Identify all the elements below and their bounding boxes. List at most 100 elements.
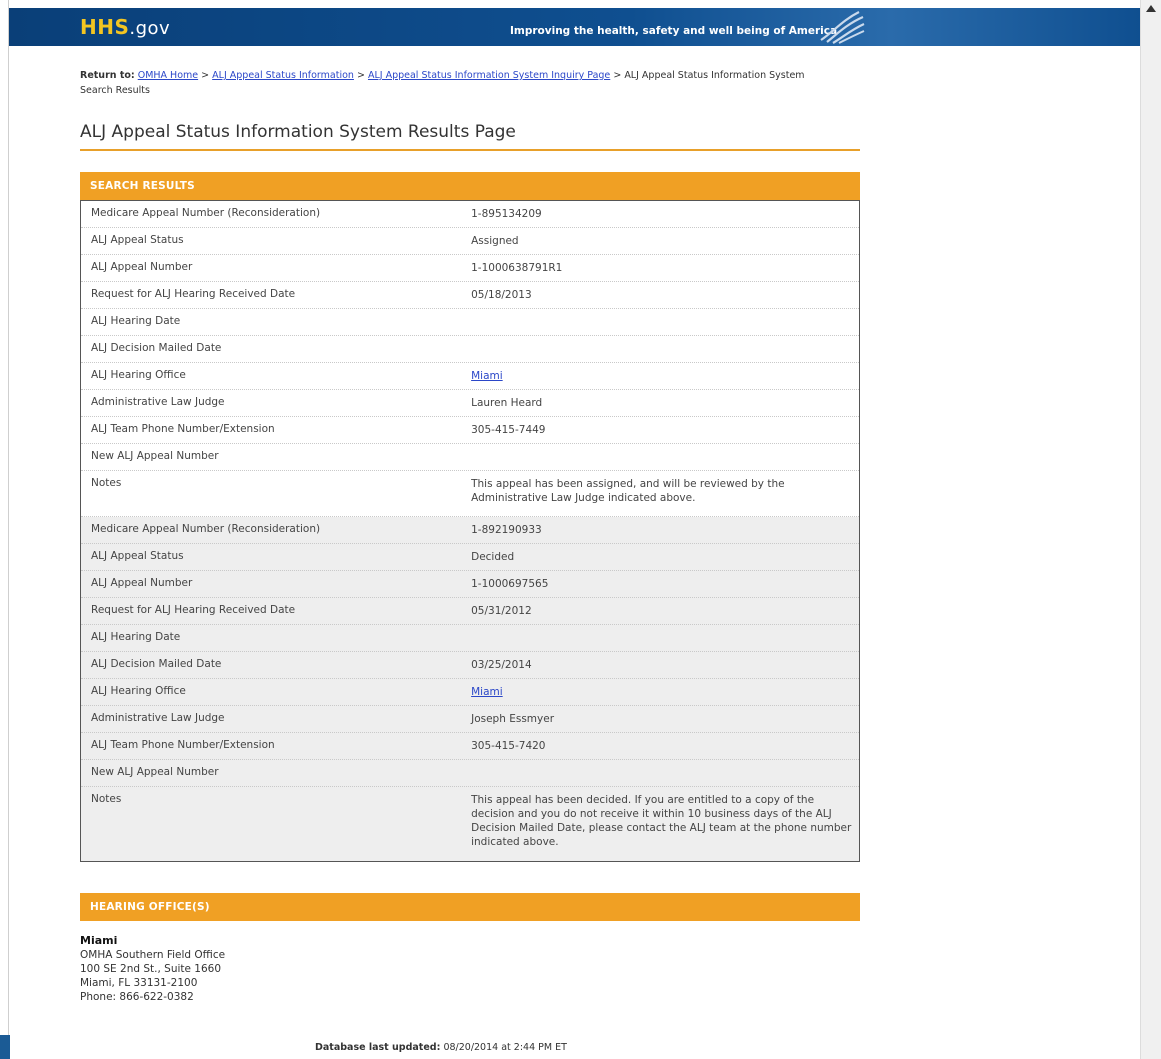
row-label: ALJ Appeal Number: [91, 577, 193, 589]
table-row: ALJ Appeal Status Decided: [81, 544, 859, 571]
row-label: Notes: [91, 477, 122, 489]
row-label: Medicare Appeal Number (Reconsideration): [91, 207, 321, 219]
row-value: [463, 309, 859, 335]
table-row: ALJ Team Phone Number/Extension 305-415-7…: [81, 733, 859, 760]
breadcrumb: Return to: OMHA Home > ALJ Appeal Status…: [80, 68, 840, 98]
row-value: [463, 625, 859, 651]
office-line: 100 SE 2nd St., Suite 1660: [80, 963, 222, 975]
row-value: Lauren Heard: [471, 397, 543, 409]
breadcrumb-link-inquiry-page[interactable]: ALJ Appeal Status Information System Inq…: [368, 70, 610, 81]
row-value: 1-895134209: [471, 208, 542, 220]
table-row: ALJ Appeal Number 1-1000697565: [81, 571, 859, 598]
site-banner: HHS.gov Improving the health, safety and…: [9, 8, 1140, 46]
row-label: ALJ Decision Mailed Date: [91, 342, 222, 354]
hhs-logo[interactable]: HHS.gov: [80, 15, 170, 39]
hearing-office-link-miami[interactable]: Miami: [471, 370, 503, 382]
hearing-office-address: Miami OMHA Southern Field Office 100 SE …: [80, 934, 225, 1004]
table-row: New ALJ Appeal Number: [81, 444, 859, 471]
site-tagline: Improving the health, safety and well be…: [510, 25, 838, 37]
row-value: [463, 760, 859, 786]
hearing-offices-header: HEARING OFFICE(S): [80, 893, 860, 921]
table-row: ALJ Hearing Office Miami: [81, 363, 859, 390]
row-value-notes: This appeal has been decided. If you are…: [471, 794, 852, 848]
row-label: ALJ Hearing Office: [91, 369, 186, 381]
row-label: Notes: [91, 793, 122, 805]
row-value: Decided: [471, 551, 515, 563]
logo-suffix: .gov: [129, 18, 171, 39]
row-value: 1-1000697565: [471, 578, 549, 590]
row-value: Assigned: [471, 235, 519, 247]
office-line: Miami, FL 33131-2100: [80, 977, 198, 989]
row-value: 03/25/2014: [471, 659, 532, 671]
row-label: ALJ Appeal Number: [91, 261, 193, 273]
table-row: Request for ALJ Hearing Received Date 05/…: [81, 598, 859, 625]
row-label: ALJ Team Phone Number/Extension: [91, 423, 275, 435]
table-row: ALJ Team Phone Number/Extension 305-415-7…: [81, 417, 859, 444]
row-label: Medicare Appeal Number (Reconsideration): [91, 523, 321, 535]
table-row-notes: Notes This appeal has been decided. If yo…: [81, 787, 859, 861]
row-value: Miami: [463, 679, 859, 705]
vertical-scrollbar[interactable]: [1140, 0, 1161, 1059]
hearing-office-link-miami[interactable]: Miami: [471, 686, 503, 698]
table-row: Request for ALJ Hearing Received Date 05/…: [81, 282, 859, 309]
row-label: ALJ Team Phone Number/Extension: [91, 739, 275, 751]
window-corner-decoration: [0, 1035, 10, 1059]
logo-main: HHS: [80, 15, 130, 39]
row-label: Request for ALJ Hearing Received Date: [91, 288, 296, 300]
row-value: 305-415-7420: [471, 740, 546, 752]
table-row: Administrative Law Judge Joseph Essmyer: [81, 706, 859, 733]
search-results-header: SEARCH RESULTS: [80, 172, 860, 200]
breadcrumb-link-appeal-status-info[interactable]: ALJ Appeal Status Information: [212, 70, 354, 81]
appeal-record-2: Medicare Appeal Number (Reconsideration)…: [81, 517, 859, 861]
row-label: ALJ Appeal Status: [91, 234, 184, 246]
table-row: Administrative Law Judge Lauren Heard: [81, 390, 859, 417]
row-value: 05/31/2012: [471, 605, 532, 617]
row-label: ALJ Hearing Date: [91, 631, 181, 643]
table-row: ALJ Appeal Number 1-1000638791R1: [81, 255, 859, 282]
table-row: New ALJ Appeal Number: [81, 760, 859, 787]
row-value-notes: This appeal has been assigned, and will …: [471, 478, 785, 504]
table-row: Medicare Appeal Number (Reconsideration)…: [81, 517, 859, 544]
row-value: [463, 336, 859, 362]
scroll-up-arrow-icon[interactable]: [1146, 5, 1156, 12]
breadcrumb-separator: >: [613, 70, 622, 81]
row-label: Administrative Law Judge: [91, 396, 225, 408]
breadcrumb-link-omha-home[interactable]: OMHA Home: [138, 70, 198, 81]
breadcrumb-lead: Return to:: [80, 70, 135, 81]
row-value: Joseph Essmyer: [471, 713, 555, 725]
row-label: Request for ALJ Hearing Received Date: [91, 604, 296, 616]
table-row: ALJ Appeal Status Assigned: [81, 228, 859, 255]
table-row: ALJ Decision Mailed Date 03/25/2014: [81, 652, 859, 679]
table-row: ALJ Hearing Date: [81, 625, 859, 652]
office-name: Miami: [80, 934, 118, 947]
table-row: ALJ Hearing Office Miami: [81, 679, 859, 706]
row-label: New ALJ Appeal Number: [91, 766, 219, 778]
db-updated-value: 08/20/2014 at 2:44 PM ET: [443, 1042, 567, 1053]
row-label: Administrative Law Judge: [91, 712, 225, 724]
row-label: ALJ Decision Mailed Date: [91, 658, 222, 670]
table-row: ALJ Decision Mailed Date: [81, 336, 859, 363]
db-updated-label: Database last updated:: [315, 1042, 441, 1053]
window-left-edge: [0, 0, 9, 1059]
office-phone: Phone: 866-622-0382: [80, 991, 194, 1003]
row-value: 1-1000638791R1: [471, 262, 563, 274]
table-row: Medicare Appeal Number (Reconsideration)…: [81, 201, 859, 228]
row-value: Miami: [463, 363, 859, 389]
row-value: 1-892190933: [471, 524, 542, 536]
row-label: New ALJ Appeal Number: [91, 450, 219, 462]
row-value: 05/18/2013: [471, 289, 532, 301]
row-label: ALJ Appeal Status: [91, 550, 184, 562]
breadcrumb-separator: >: [201, 70, 210, 81]
row-label: ALJ Hearing Date: [91, 315, 181, 327]
office-line: OMHA Southern Field Office: [80, 949, 226, 961]
appeal-record-1: Medicare Appeal Number (Reconsideration)…: [81, 201, 859, 517]
row-value: [463, 444, 859, 470]
page-title: ALJ Appeal Status Information System Res…: [80, 122, 860, 151]
table-row-notes: Notes This appeal has been assigned, and …: [81, 471, 859, 517]
row-value: 305-415-7449: [471, 424, 546, 436]
eagle-wings-icon: [820, 11, 865, 44]
search-results-table: Medicare Appeal Number (Reconsideration)…: [80, 200, 860, 862]
row-label: ALJ Hearing Office: [91, 685, 186, 697]
table-row: ALJ Hearing Date: [81, 309, 859, 336]
database-last-updated: Database last updated: 08/20/2014 at 2:4…: [315, 1042, 567, 1053]
